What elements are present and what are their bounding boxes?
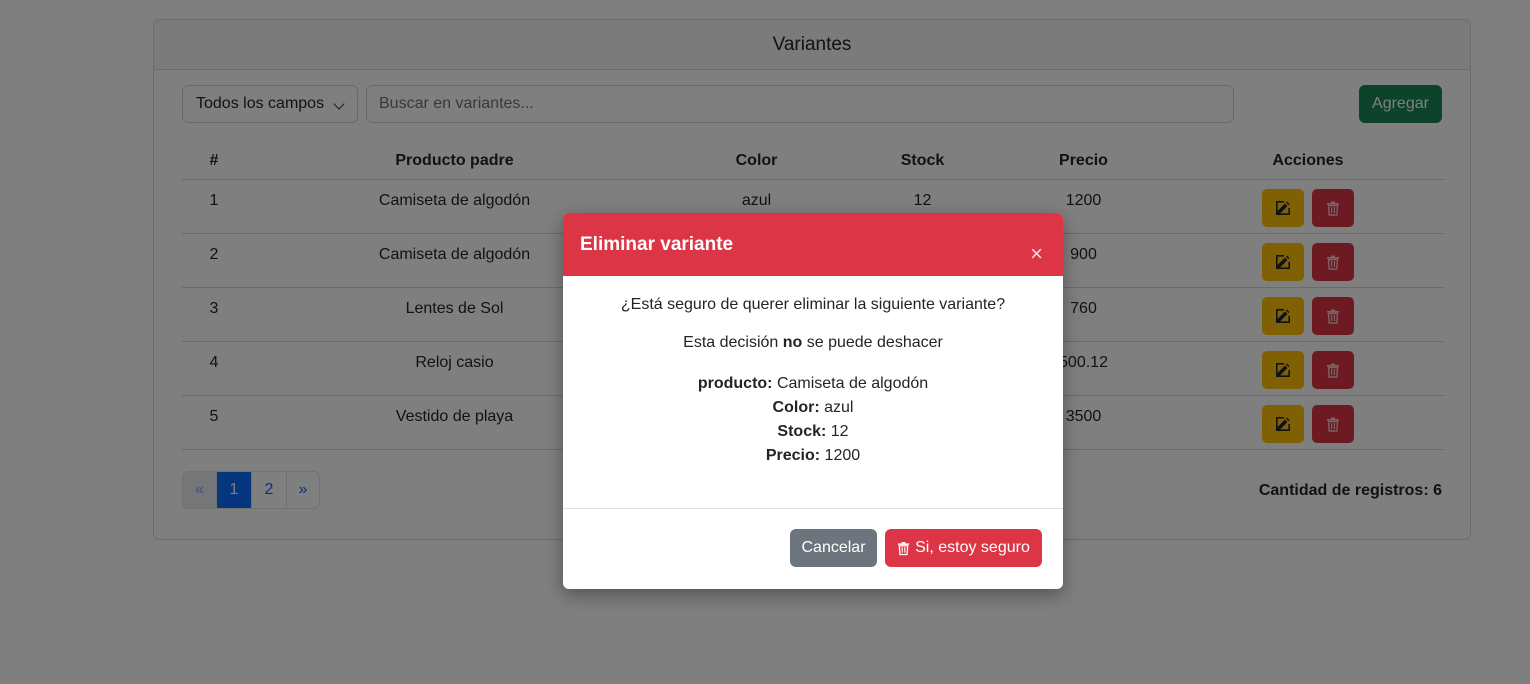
detail-stock: Stock: 12 [563, 420, 1063, 444]
modal-question: ¿Está seguro de querer eliminar la sigui… [620, 296, 1006, 313]
detail-color: Color: azul [563, 396, 1063, 420]
delete-modal: Eliminar variante × ¿Está seguro de quer… [563, 213, 1063, 589]
detail-label: Precio: [765, 447, 821, 464]
page: Variantes Todos los campos Agregar # Pro… [0, 0, 1530, 684]
detail-label: producto: [697, 375, 773, 392]
confirm-delete-button[interactable]: Si, estoy seguro [885, 529, 1042, 567]
close-icon[interactable]: × [1030, 243, 1043, 265]
detail-precio: Precio: 1200 [563, 444, 1063, 468]
detail-value: 1200 [820, 447, 861, 464]
modal-header: Eliminar variante × [563, 213, 1063, 276]
trash-icon [898, 541, 910, 555]
modal-warning: Esta decisión no se puede deshacer [563, 334, 1063, 352]
cancel-button[interactable]: Cancelar [790, 529, 877, 567]
modal-footer: Cancelar Si, estoy seguro [563, 509, 1063, 589]
modal-title: Eliminar variante [580, 233, 734, 255]
confirm-label: Si, estoy seguro [915, 539, 1030, 556]
variant-details: producto: Camiseta de algodón Color: azu… [563, 372, 1063, 468]
modal-body: ¿Está seguro de querer eliminar la sigui… [563, 276, 1063, 509]
detail-producto: producto: Camiseta de algodón [563, 372, 1063, 396]
detail-value: Camiseta de algodón [772, 375, 929, 392]
detail-label: Stock: [777, 423, 827, 440]
detail-label: Color: [772, 399, 820, 416]
warning-bold: no [782, 334, 803, 351]
detail-value: azul [819, 399, 854, 416]
warning-post: se puede deshacer [802, 334, 943, 351]
warning-pre: Esta decisión [683, 334, 783, 351]
detail-value: 12 [826, 423, 849, 440]
